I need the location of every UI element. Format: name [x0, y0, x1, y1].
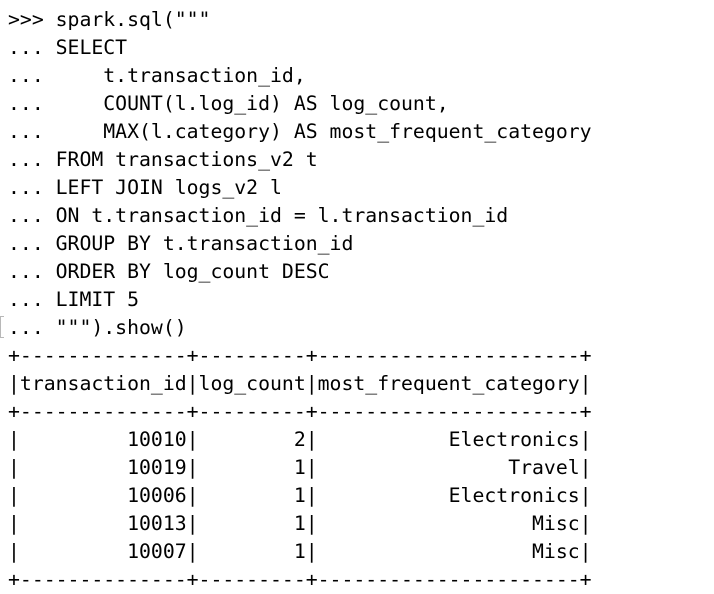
table-row: | 10006| 1| Electronics|	[8, 484, 592, 507]
continuation-line: ... GROUP BY t.transaction_id	[8, 232, 354, 255]
continuation-line: ... """).show()	[8, 316, 187, 339]
continuation-line: ... LEFT JOIN logs_v2 l	[8, 176, 282, 199]
table-border: +--------------+---------+--------------…	[8, 400, 592, 423]
table-row: | 10010| 2| Electronics|	[8, 428, 592, 451]
table-row: | 10013| 1| Misc|	[8, 512, 592, 535]
continuation-line: ... ON t.transaction_id = l.transaction_…	[8, 204, 509, 227]
table-header-row: |transaction_id|log_count|most_frequent_…	[8, 372, 592, 395]
table-border: +--------------+---------+--------------…	[8, 568, 592, 591]
continuation-line: ... SELECT	[8, 36, 128, 59]
continuation-line: ... ORDER BY log_count DESC	[8, 260, 330, 283]
table-border: +--------------+---------+--------------…	[8, 344, 592, 367]
terminal-output: >>> spark.sql(""" ... SELECT ... t.trans…	[8, 6, 708, 591]
continuation-line: ... COUNT(l.log_id) AS log_count,	[8, 92, 449, 115]
continuation-line: ... LIMIT 5	[8, 288, 140, 311]
prompt-line: >>> spark.sql("""	[8, 8, 211, 31]
selection-bracket-icon	[0, 316, 4, 338]
continuation-line: ... FROM transactions_v2 t	[8, 148, 318, 171]
continuation-line: ... t.transaction_id,	[8, 64, 306, 87]
table-row: | 10019| 1| Travel|	[8, 456, 592, 479]
continuation-line: ... MAX(l.category) AS most_frequent_cat…	[8, 120, 592, 143]
table-row: | 10007| 1| Misc|	[8, 540, 592, 563]
